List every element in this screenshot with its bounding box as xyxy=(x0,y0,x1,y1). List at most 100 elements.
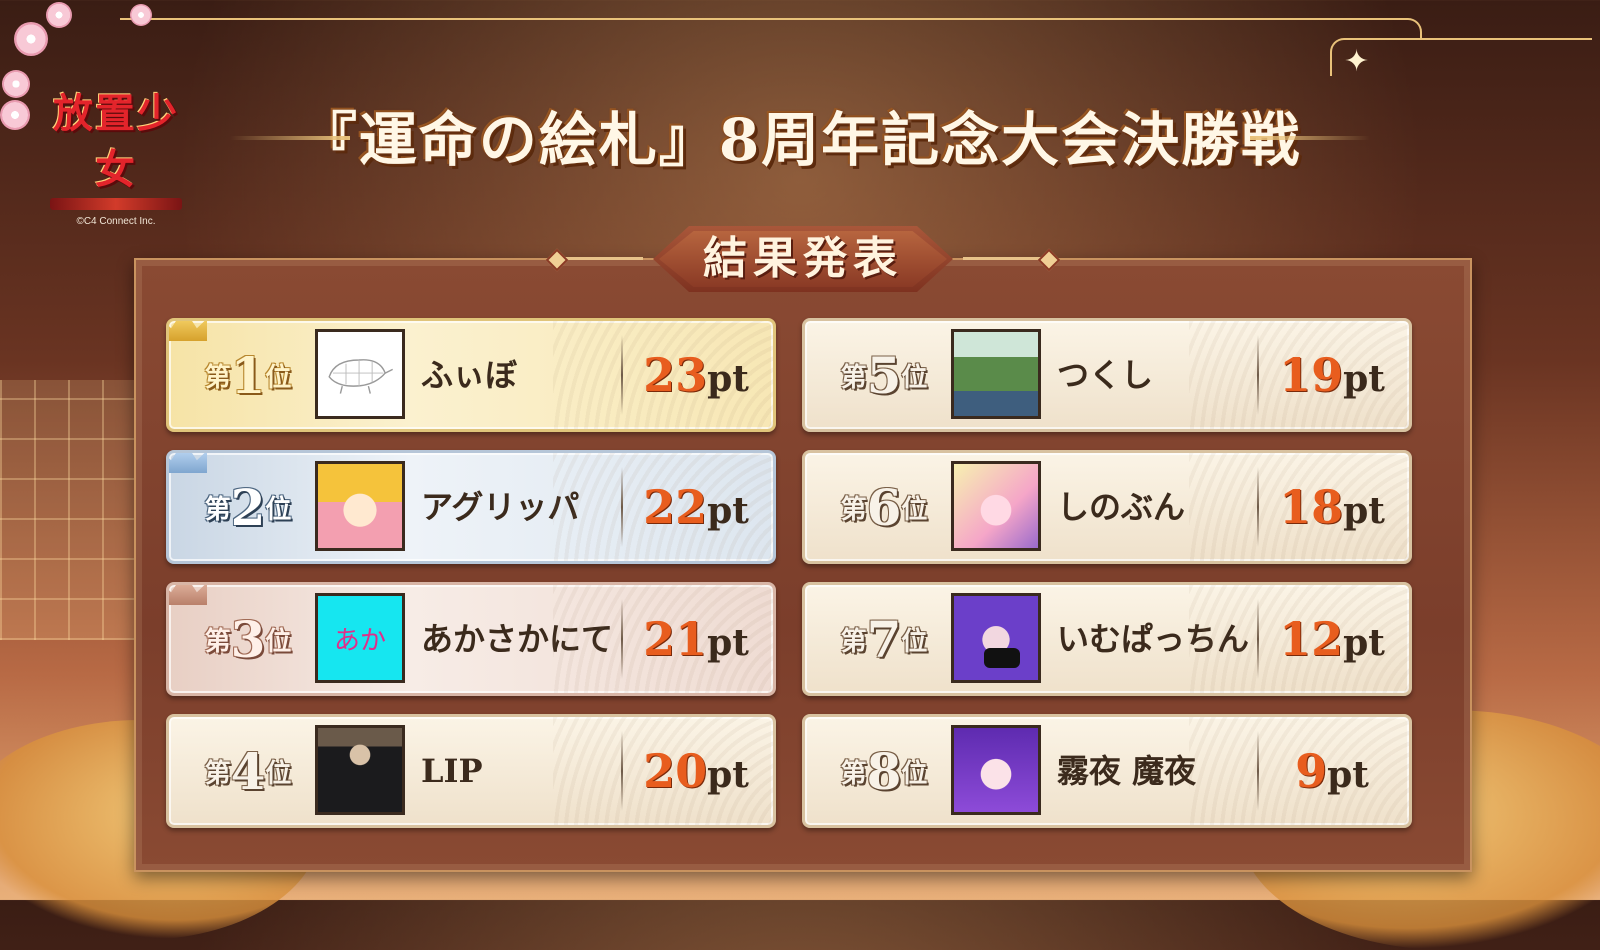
points-value: 23 xyxy=(643,348,708,402)
points: 12pt xyxy=(1267,585,1397,693)
rank-number: 1 xyxy=(230,345,266,405)
background-shoji-window xyxy=(0,380,140,640)
points-unit: pt xyxy=(1343,358,1385,400)
rank-label: 第3位 xyxy=(183,585,313,693)
rank-prefix: 第 xyxy=(840,494,867,525)
heading-text: 結果発表 xyxy=(703,233,903,284)
rank-card-1: 第1位 ふぃぼ 23pt xyxy=(166,318,776,432)
points-unit: pt xyxy=(707,490,749,532)
card-divider xyxy=(1257,335,1259,415)
rank-number: 7 xyxy=(866,609,902,669)
player-name: ふぃぼ xyxy=(421,356,518,394)
rank-suffix: 位 xyxy=(901,362,928,393)
points-value: 21 xyxy=(643,612,708,666)
anime-girl-avatar xyxy=(315,461,405,551)
board-heading: 結果発表 xyxy=(545,226,1061,292)
rank-number: 3 xyxy=(230,609,266,669)
rank-label: 第4位 xyxy=(183,717,313,825)
points: 22pt xyxy=(631,453,761,561)
painting-avatar xyxy=(951,329,1041,419)
points-value: 20 xyxy=(643,744,708,798)
points: 18pt xyxy=(1267,453,1397,561)
points-value: 19 xyxy=(1279,348,1344,402)
points-value: 12 xyxy=(1279,612,1344,666)
sparkle-icon: ✦ xyxy=(1344,44,1370,79)
rank-card-5: 第5位 つくし 19pt xyxy=(802,318,1412,432)
card-divider xyxy=(1257,467,1259,547)
rank-suffix: 位 xyxy=(265,626,292,657)
rank-label: 第6位 xyxy=(819,453,949,561)
title-ornament-left xyxy=(230,136,350,140)
points-value: 9 xyxy=(1295,744,1328,798)
rank-number: 8 xyxy=(866,741,902,801)
rank-prefix: 第 xyxy=(204,758,231,789)
player-name: しのぶん xyxy=(1057,488,1186,526)
logo-title: 放置少女 xyxy=(53,90,179,193)
rank-card-4: 第4位 LIP 20pt xyxy=(166,714,776,828)
masked-girl-avatar xyxy=(951,593,1041,683)
card-divider xyxy=(621,731,623,811)
rank-suffix: 位 xyxy=(901,494,928,525)
sketch-avatar xyxy=(315,329,405,419)
points-unit: pt xyxy=(1343,622,1385,664)
card-divider xyxy=(1257,599,1259,679)
points: 20pt xyxy=(631,717,761,825)
points: 23pt xyxy=(631,321,761,429)
player-name: LIP xyxy=(421,752,483,790)
rank-prefix: 第 xyxy=(204,626,231,657)
heading-line-left xyxy=(563,257,643,260)
suited-man-avatar xyxy=(315,725,405,815)
rank-number: 2 xyxy=(230,477,266,537)
rank-suffix: 位 xyxy=(901,626,928,657)
points-unit: pt xyxy=(1327,754,1369,796)
rank-card-8: 第8位 霧夜 魔夜 9pt xyxy=(802,714,1412,828)
rank-suffix: 位 xyxy=(265,494,292,525)
card-divider xyxy=(621,335,623,415)
heading-line-right xyxy=(963,257,1043,260)
cherry-blossom-icon xyxy=(130,4,152,26)
logo-banner xyxy=(50,198,182,210)
decorative-frame-top xyxy=(120,18,1422,40)
rank-suffix: 位 xyxy=(901,758,928,789)
points-unit: pt xyxy=(707,358,749,400)
diamond-icon xyxy=(1037,248,1061,272)
fairy-girl-avatar xyxy=(951,461,1041,551)
decorative-frame-top-right xyxy=(1330,38,1592,76)
rank-card-6: 第6位 しのぶん 18pt xyxy=(802,450,1412,564)
purple-hair-girl-avatar xyxy=(951,725,1041,815)
cherry-blossom-icon xyxy=(2,70,30,98)
rank-label: 第5位 xyxy=(819,321,949,429)
points-unit: pt xyxy=(707,754,749,796)
results-board: 結果発表 第1位 ふぃぼ 23pt 第2位 アグリッパ 22pt 第3位 あか … xyxy=(134,226,1472,872)
player-name: アグリッパ xyxy=(421,488,580,526)
rank-prefix: 第 xyxy=(204,494,231,525)
title-area: 『運命の絵札』8周年記念大会決勝戦 xyxy=(230,100,1370,180)
cherry-blossom-icon xyxy=(14,22,48,56)
player-name: 霧夜 魔夜 xyxy=(1057,752,1197,790)
diamond-icon xyxy=(545,248,569,272)
player-name: いむぱっちん xyxy=(1057,620,1250,658)
avatar-text: あか xyxy=(333,625,386,656)
rank-prefix: 第 xyxy=(840,626,867,657)
text-avatar: あか xyxy=(315,593,405,683)
rank-label: 第7位 xyxy=(819,585,949,693)
cherry-blossom-icon xyxy=(0,100,30,130)
cherry-blossom-icon xyxy=(46,2,72,28)
rank-label: 第8位 xyxy=(819,717,949,825)
rank-suffix: 位 xyxy=(265,362,292,393)
card-divider xyxy=(621,599,623,679)
rank-card-7: 第7位 いむぱっちん 12pt xyxy=(802,582,1412,696)
rank-card-2: 第2位 アグリッパ 22pt xyxy=(166,450,776,564)
points-unit: pt xyxy=(1343,490,1385,532)
rank-prefix: 第 xyxy=(840,362,867,393)
points-unit: pt xyxy=(707,622,749,664)
face-mask xyxy=(984,648,1020,668)
points: 9pt xyxy=(1267,717,1397,825)
game-logo: 放置少女 ©C4 Connect Inc. xyxy=(36,86,196,227)
rank-card-3: 第3位 あか あかさかにて 21pt xyxy=(166,582,776,696)
rank-prefix: 第 xyxy=(840,758,867,789)
rank-label: 第2位 xyxy=(183,453,313,561)
player-name: つくし xyxy=(1057,356,1154,394)
rank-prefix: 第 xyxy=(204,362,231,393)
card-divider xyxy=(1257,731,1259,811)
